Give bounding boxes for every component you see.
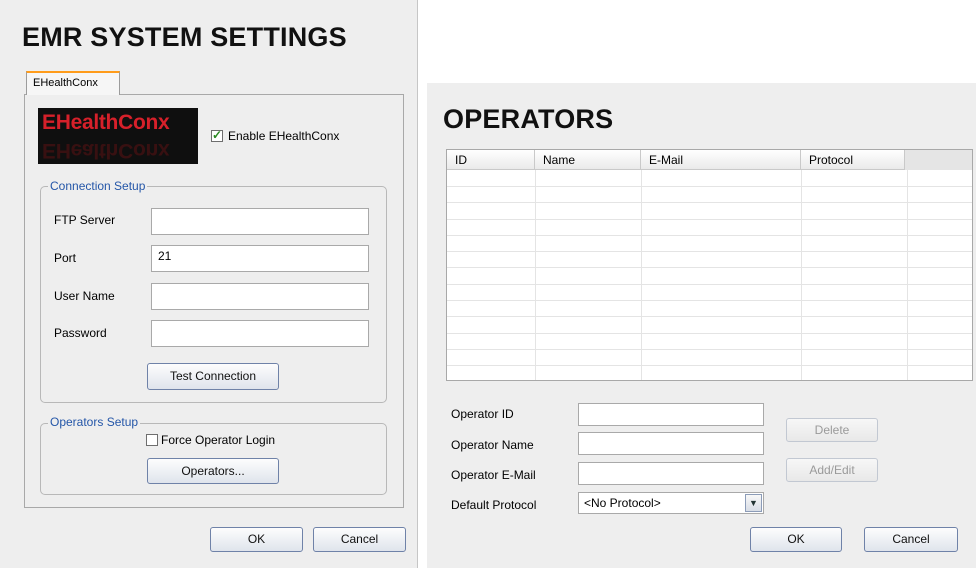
operators-cancel-button[interactable]: Cancel: [864, 527, 958, 552]
password-input[interactable]: [151, 320, 369, 347]
table-column-divider: [641, 170, 642, 380]
operators-ok-button[interactable]: OK: [750, 527, 842, 552]
table-row-divider: [447, 219, 972, 220]
port-input[interactable]: 21: [151, 245, 369, 272]
operator-name-label: Operator Name: [451, 438, 534, 452]
password-label: Password: [54, 326, 107, 340]
table-row-divider: [447, 349, 972, 350]
column-header-filler: [905, 150, 972, 170]
column-header-name[interactable]: Name: [535, 150, 641, 170]
user-name-label: User Name: [54, 289, 115, 303]
column-header-id[interactable]: ID: [447, 150, 535, 170]
operator-email-label: Operator E-Mail: [451, 468, 536, 482]
table-row-divider: [447, 300, 972, 301]
table-row-divider: [447, 202, 972, 203]
enable-ehealthconx-checkbox[interactable]: ✓: [211, 128, 223, 142]
port-label: Port: [54, 251, 77, 265]
emr-ok-button[interactable]: OK: [210, 527, 303, 552]
tab-ehealthconx[interactable]: EHealthConx: [26, 71, 120, 95]
ftp-server-input[interactable]: [151, 208, 369, 235]
table-column-divider: [801, 170, 802, 380]
ftp-server-label: FTP Server: [54, 213, 116, 227]
table-row-divider: [447, 235, 972, 236]
table-row-divider: [447, 365, 972, 366]
emr-cancel-button[interactable]: Cancel: [313, 527, 406, 552]
operators-table[interactable]: ID Name E-Mail Protocol: [446, 149, 973, 381]
operators-title: OPERATORS: [443, 104, 614, 134]
table-row-divider: [447, 186, 972, 187]
operator-id-label: Operator ID: [451, 407, 514, 421]
force-operator-login-checkbox[interactable]: [146, 434, 158, 446]
delete-button[interactable]: Delete: [786, 418, 878, 442]
enable-ehealthconx-label: Enable EHealthConx: [228, 129, 340, 143]
ehealthconx-logo: EHealthConx EHealthConx: [38, 108, 198, 164]
table-column-divider: [907, 170, 908, 380]
default-protocol-label: Default Protocol: [451, 498, 537, 512]
user-name-input[interactable]: [151, 283, 369, 310]
test-connection-button[interactable]: Test Connection: [147, 363, 279, 390]
table-row-divider: [447, 333, 972, 334]
operator-email-input[interactable]: [578, 462, 764, 485]
operators-button[interactable]: Operators...: [147, 458, 279, 484]
checkmark-icon: ✓: [212, 128, 223, 142]
chevron-down-icon[interactable]: ▼: [745, 494, 762, 512]
table-row-divider: [447, 267, 972, 268]
column-header-email[interactable]: E-Mail: [641, 150, 801, 170]
default-protocol-select[interactable]: <No Protocol> ▼: [578, 492, 764, 514]
table-row-divider: [447, 284, 972, 285]
connection-setup-legend: Connection Setup: [48, 179, 148, 193]
table-row-divider: [447, 251, 972, 252]
table-row-divider: [447, 316, 972, 317]
operator-name-input[interactable]: [578, 432, 764, 455]
default-protocol-value: <No Protocol>: [584, 496, 661, 510]
operator-id-input[interactable]: [578, 403, 764, 426]
force-operator-login-label: Force Operator Login: [161, 433, 276, 447]
column-header-protocol[interactable]: Protocol: [801, 150, 905, 170]
operators-table-header: ID Name E-Mail Protocol: [447, 150, 972, 170]
table-column-divider: [535, 170, 536, 380]
add-edit-button[interactable]: Add/Edit: [786, 458, 878, 482]
operators-setup-legend: Operators Setup: [48, 415, 141, 429]
emr-settings-title: EMR SYSTEM SETTINGS: [22, 22, 347, 52]
